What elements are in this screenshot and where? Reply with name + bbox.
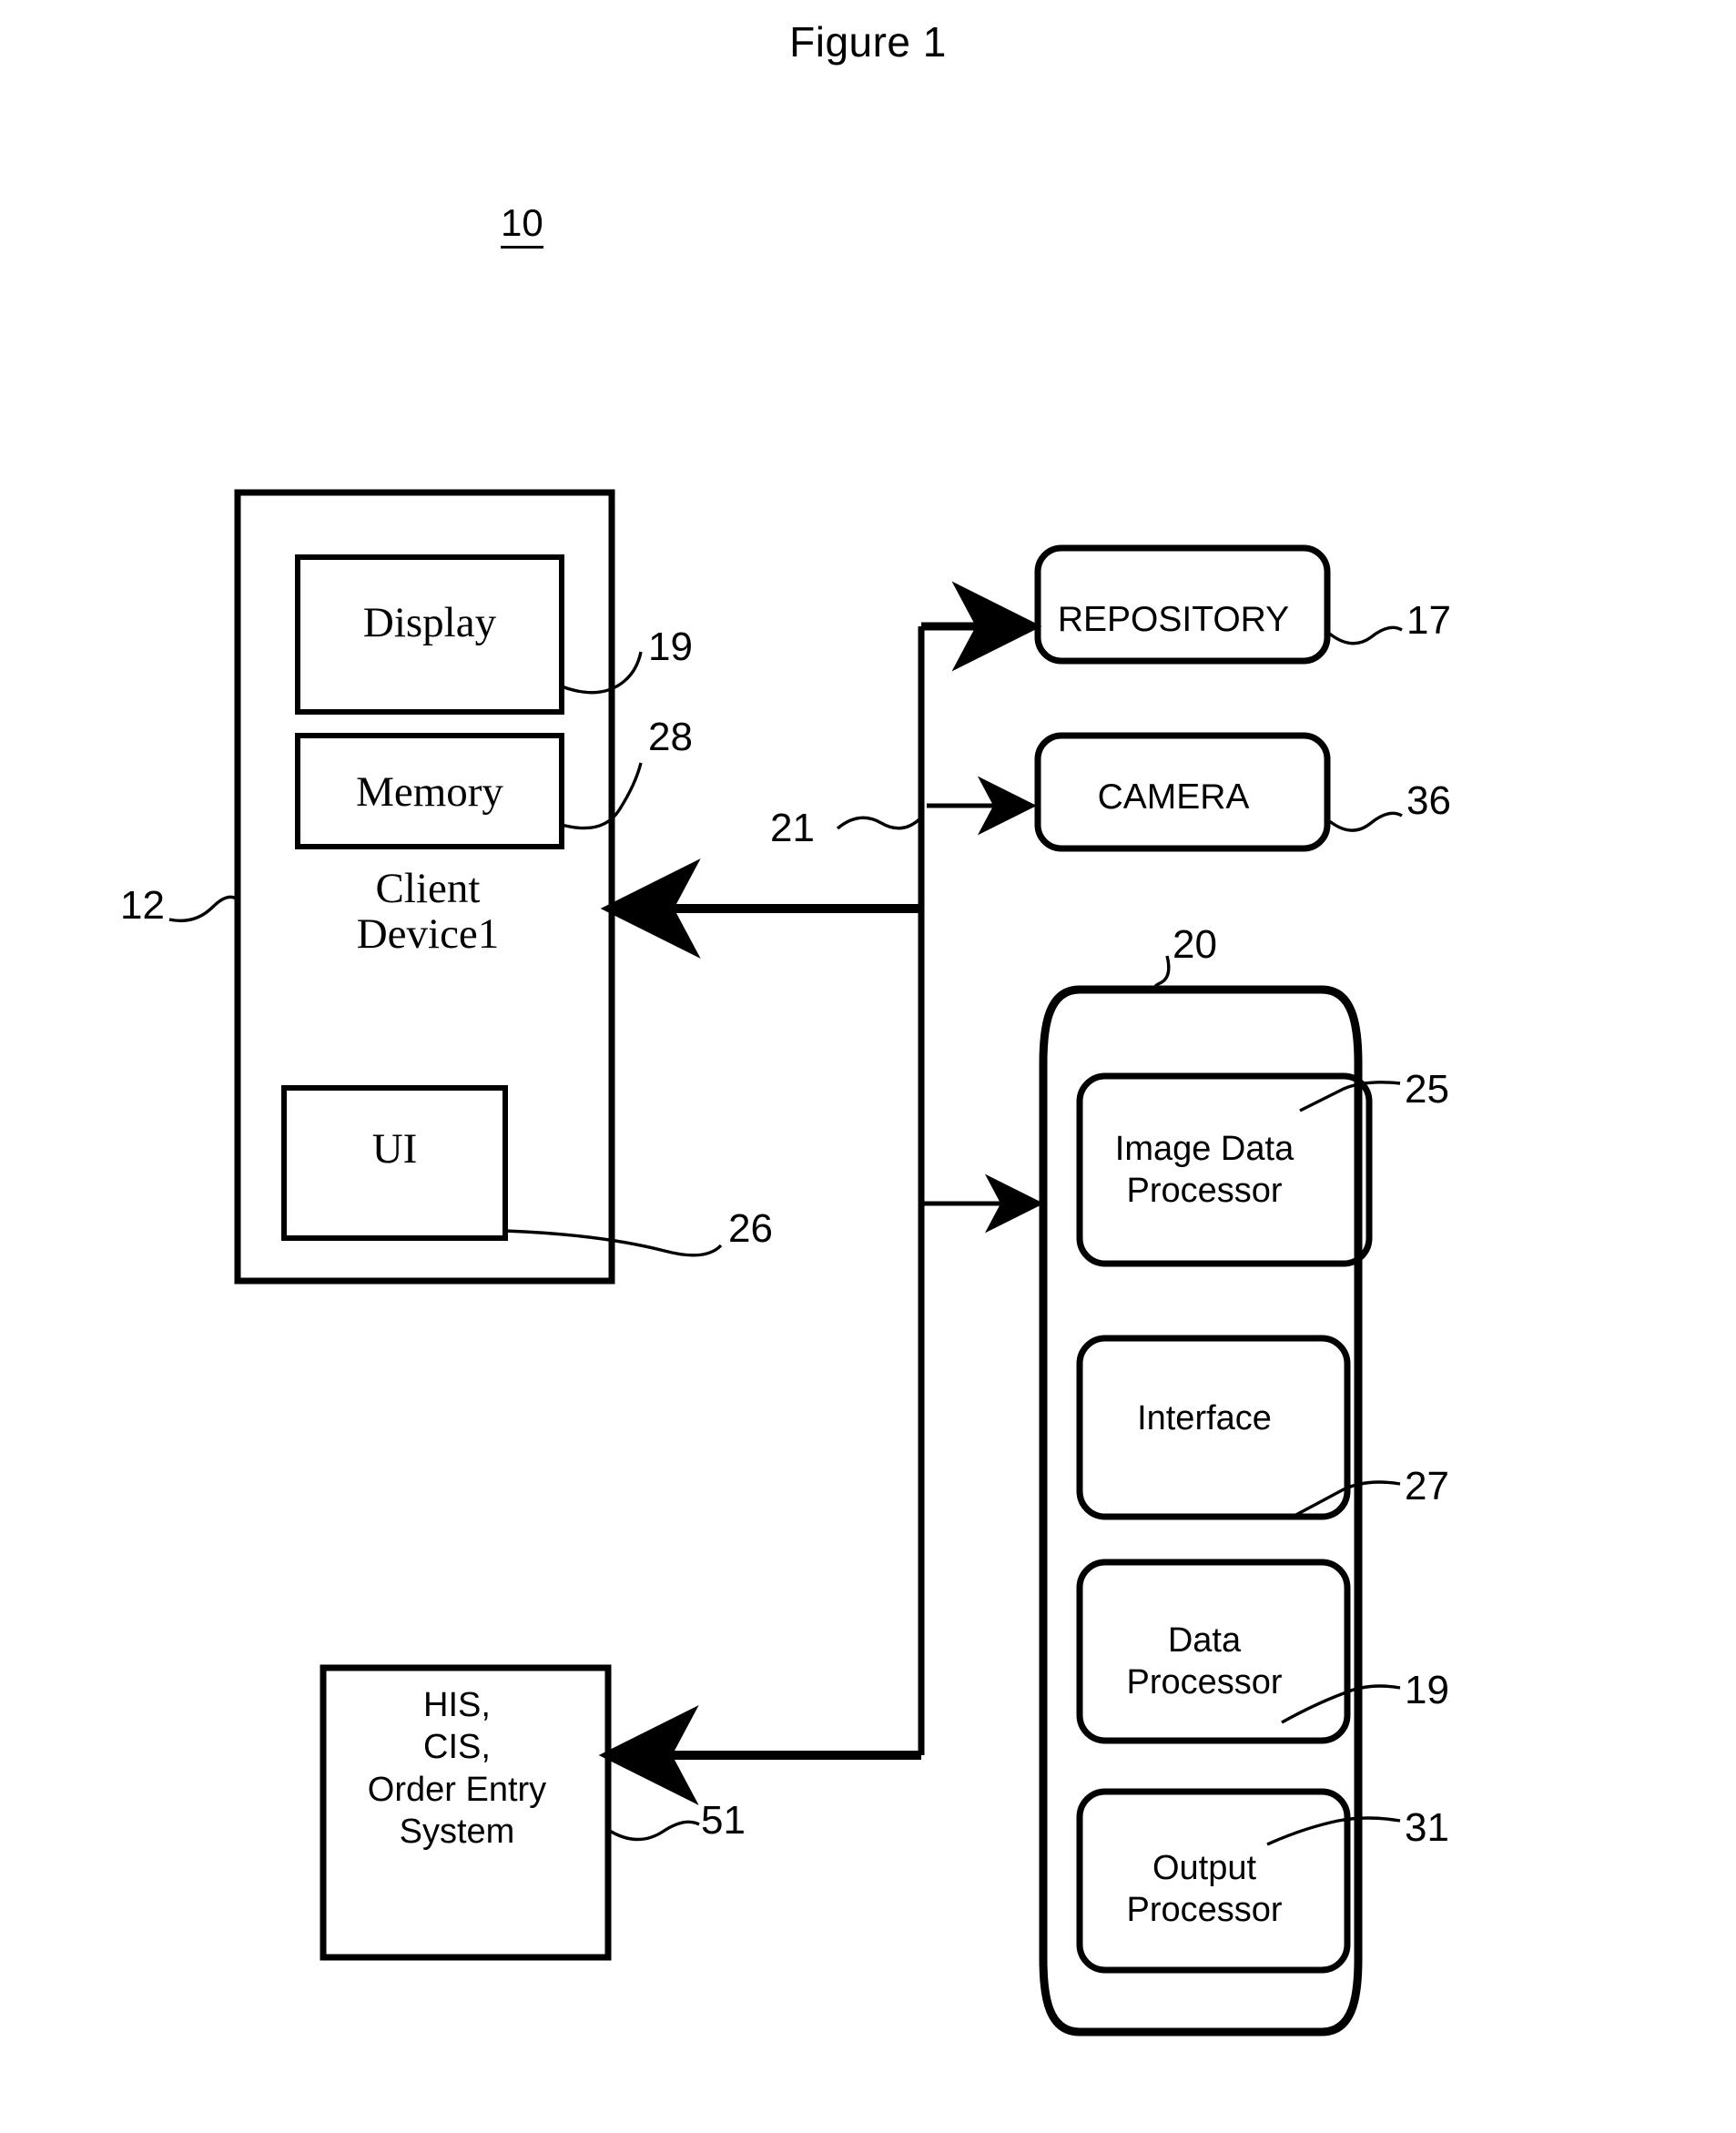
reference-numeral-12: 12 bbox=[120, 883, 165, 928]
display-block-label: Display bbox=[362, 599, 497, 646]
reference-numeral-17-repository: 17 bbox=[1406, 598, 1451, 643]
reference-numeral-27-interface: 27 bbox=[1405, 1464, 1449, 1508]
output-processor-label: Output Processor bbox=[1126, 1849, 1283, 1929]
client-device-label: Client Device1 bbox=[356, 865, 500, 958]
leader-line-20-server bbox=[1153, 955, 1171, 991]
leader-line-17-repository bbox=[1325, 625, 1403, 645]
system-reference-value: 10 bbox=[500, 200, 543, 249]
reference-numeral-20-server: 20 bbox=[1173, 922, 1217, 967]
reference-numeral-26-ui: 26 bbox=[728, 1206, 773, 1251]
reference-numeral-28-memory: 28 bbox=[648, 715, 693, 759]
reference-numeral-21-bus: 21 bbox=[770, 806, 815, 850]
ui-block-label: UI bbox=[371, 1125, 418, 1173]
reference-numeral-36-camera: 36 bbox=[1406, 778, 1451, 823]
interface-label: Interface bbox=[1137, 1399, 1272, 1437]
reference-numeral-19-display: 19 bbox=[648, 625, 693, 669]
reference-numeral-25-image-data-processor: 25 bbox=[1405, 1067, 1449, 1112]
reference-numeral-51-external-system: 51 bbox=[701, 1798, 746, 1843]
camera-label: CAMERA bbox=[1097, 777, 1250, 817]
leader-line-36-camera bbox=[1325, 811, 1403, 832]
repository-label: REPOSITORY bbox=[1057, 600, 1290, 639]
leader-line-31-output-processor bbox=[1266, 1816, 1401, 1846]
memory-block-label: Memory bbox=[356, 768, 503, 816]
external-system-label: HIS, CIS, Order Entry System bbox=[367, 1686, 547, 1852]
data-processor-label: Data Processor bbox=[1126, 1621, 1283, 1701]
image-data-processor-label: Image Data Processor bbox=[1114, 1130, 1294, 1210]
leader-line-21-bus bbox=[836, 816, 923, 830]
figure-diagram-canvas bbox=[168, 489, 1403, 2037]
patent-figure-page: Figure 1 10 Display Memory Client Device… bbox=[0, 0, 1736, 2133]
leader-line-19-display bbox=[561, 651, 643, 695]
reference-numeral-19-data-processor: 19 bbox=[1405, 1668, 1449, 1712]
leader-line-51-external-system bbox=[607, 1820, 700, 1842]
leader-line-12 bbox=[168, 895, 239, 923]
reference-numeral-31-output-processor: 31 bbox=[1405, 1805, 1449, 1850]
leader-line-28-memory bbox=[561, 762, 643, 830]
leader-line-25-image-data-processor bbox=[1299, 1081, 1401, 1112]
page-title: Figure 1 bbox=[789, 18, 947, 66]
system-reference-numeral: 10 bbox=[0, 162, 1001, 284]
